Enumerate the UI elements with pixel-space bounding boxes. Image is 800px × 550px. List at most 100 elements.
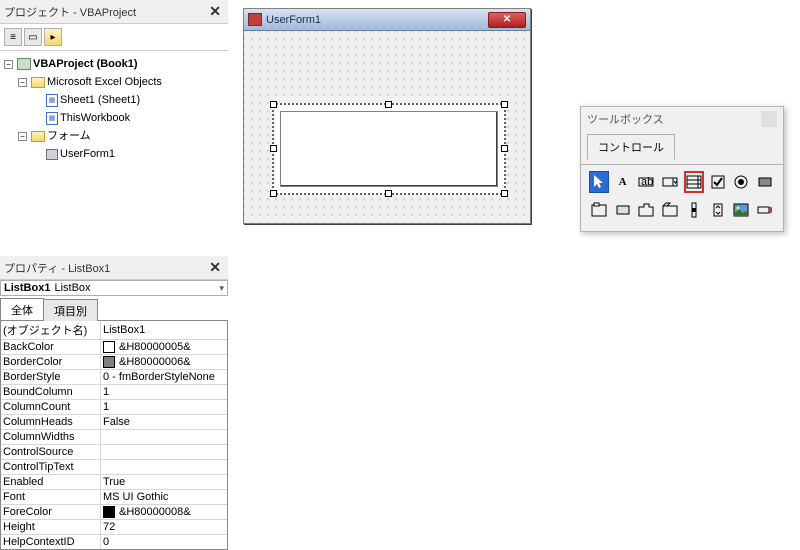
property-name: ColumnWidths: [1, 430, 101, 444]
project-pane-title: プロジェクト - VBAProject: [4, 4, 136, 20]
property-name: Font: [1, 490, 101, 504]
property-row[interactable]: ControlTipText: [1, 460, 227, 475]
object-selector[interactable]: ListBox1 ListBox ▾: [0, 280, 228, 296]
tree-forms-folder[interactable]: − フォーム: [4, 127, 228, 145]
property-row[interactable]: BorderColor&H80000006&: [1, 355, 227, 370]
resize-handle[interactable]: [270, 145, 277, 152]
listbox-control[interactable]: [272, 103, 506, 195]
toolbox-titlebar[interactable]: ツールボックス: [581, 107, 783, 131]
property-row[interactable]: ControlSource: [1, 445, 227, 460]
color-swatch: [103, 341, 115, 353]
toolbox-window: ツールボックス コントロール Aab: [580, 106, 784, 232]
chevron-down-icon: ▾: [219, 283, 224, 294]
property-value[interactable]: False: [101, 415, 227, 429]
collapse-icon[interactable]: −: [4, 60, 13, 69]
resize-handle[interactable]: [385, 101, 392, 108]
property-value[interactable]: 72: [101, 520, 227, 534]
toolbox-optionbutton-icon[interactable]: [732, 171, 752, 193]
color-swatch: [103, 356, 115, 368]
toolbox-spinbutton-icon[interactable]: [708, 199, 728, 221]
toolbox-pointer-icon[interactable]: [589, 171, 609, 193]
property-name: ControlSource: [1, 445, 101, 459]
property-row[interactable]: ColumnHeadsFalse: [1, 415, 227, 430]
property-row[interactable]: EnabledTrue: [1, 475, 227, 490]
toolbox-label-icon[interactable]: A: [613, 171, 633, 193]
tree-excel-objects[interactable]: − Microsoft Excel Objects: [4, 73, 228, 91]
toolbox-listbox-icon[interactable]: [684, 171, 704, 193]
resize-handle[interactable]: [270, 101, 277, 108]
property-name: BoundColumn: [1, 385, 101, 399]
property-value[interactable]: &H80000005&: [101, 340, 227, 354]
resize-handle[interactable]: [270, 190, 277, 197]
property-value[interactable]: 0: [101, 535, 227, 549]
toolbox-tabstrip-icon[interactable]: [637, 199, 657, 221]
toolbox-frame-icon[interactable]: [589, 199, 609, 221]
userform-body[interactable]: [244, 31, 530, 223]
property-row[interactable]: (オブジェクト名)ListBox1: [1, 321, 227, 340]
resize-handle[interactable]: [501, 145, 508, 152]
property-value[interactable]: 1: [101, 385, 227, 399]
property-value[interactable]: [101, 460, 227, 474]
sheet-icon: ▦: [46, 94, 58, 107]
project-toolbar: ≡ ▭ ▸: [0, 24, 228, 51]
close-icon[interactable]: [761, 111, 777, 127]
tab-categorized[interactable]: 項目別: [43, 299, 98, 321]
resize-handle[interactable]: [385, 190, 392, 197]
toolbox-multipage-icon[interactable]: [660, 199, 680, 221]
userform-close-button[interactable]: ✕: [488, 12, 526, 28]
property-row[interactable]: FontMS UI Gothic: [1, 490, 227, 505]
property-row[interactable]: ForeColor&H80000008&: [1, 505, 227, 520]
toolbox-title: ツールボックス: [587, 111, 664, 127]
property-name: Enabled: [1, 475, 101, 489]
resize-handle[interactable]: [501, 101, 508, 108]
toolbox-togglebutton-icon[interactable]: [755, 171, 775, 193]
property-name: ColumnCount: [1, 400, 101, 414]
property-value[interactable]: 1: [101, 400, 227, 414]
property-value[interactable]: MS UI Gothic: [101, 490, 227, 504]
view-code-button[interactable]: ≡: [4, 28, 22, 46]
close-icon[interactable]: ✕: [206, 3, 224, 20]
toolbox-refedit-icon[interactable]: [755, 199, 775, 221]
tree-project-root[interactable]: − VBAProject (Book1): [4, 55, 228, 73]
tab-alphabetic[interactable]: 全体: [0, 298, 44, 320]
property-row[interactable]: BackColor&H80000005&: [1, 340, 227, 355]
view-object-button[interactable]: ▭: [24, 28, 42, 46]
properties-pane-titlebar[interactable]: プロパティ - ListBox1 ✕: [0, 256, 228, 280]
property-row[interactable]: Height72: [1, 520, 227, 535]
project-tree: − VBAProject (Book1) − Microsoft Excel O…: [0, 51, 228, 167]
tree-userform1[interactable]: UserForm1: [4, 145, 228, 163]
property-name: BorderColor: [1, 355, 101, 369]
toolbox-tab-controls[interactable]: コントロール: [587, 134, 675, 160]
userform-titlebar[interactable]: UserForm1 ✕: [244, 9, 530, 31]
property-value[interactable]: 0 - fmBorderStyleNone: [101, 370, 227, 384]
property-value[interactable]: &H80000006&: [101, 355, 227, 369]
property-value[interactable]: True: [101, 475, 227, 489]
toolbox-commandbutton-icon[interactable]: [613, 199, 633, 221]
toolbox-textbox-icon[interactable]: ab: [636, 171, 656, 193]
toggle-folders-button[interactable]: ▸: [44, 28, 62, 46]
tree-thisworkbook[interactable]: ▦ ThisWorkbook: [4, 109, 228, 127]
svg-text:ab: ab: [641, 176, 653, 188]
toolbox-image-icon[interactable]: [732, 199, 752, 221]
toolbox-checkbox-icon[interactable]: [708, 171, 728, 193]
property-value[interactable]: [101, 430, 227, 444]
tree-sheet1[interactable]: ▦ Sheet1 (Sheet1): [4, 91, 228, 109]
property-value[interactable]: [101, 445, 227, 459]
close-icon[interactable]: ✕: [206, 259, 224, 276]
project-pane-titlebar[interactable]: プロジェクト - VBAProject ✕: [0, 0, 228, 24]
property-row[interactable]: BoundColumn1: [1, 385, 227, 400]
property-name: BackColor: [1, 340, 101, 354]
property-row[interactable]: ColumnCount1: [1, 400, 227, 415]
resize-handle[interactable]: [501, 190, 508, 197]
property-row[interactable]: ColumnWidths: [1, 430, 227, 445]
property-row[interactable]: BorderStyle0 - fmBorderStyleNone: [1, 370, 227, 385]
toolbox-scrollbar-icon[interactable]: [684, 199, 704, 221]
property-value[interactable]: ListBox1: [101, 321, 227, 339]
collapse-icon[interactable]: −: [18, 132, 27, 141]
property-name: BorderStyle: [1, 370, 101, 384]
object-type: ListBox: [54, 282, 90, 294]
collapse-icon[interactable]: −: [18, 78, 27, 87]
property-row[interactable]: HelpContextID0: [1, 535, 227, 549]
toolbox-combobox-icon[interactable]: [660, 171, 680, 193]
userform-window[interactable]: UserForm1 ✕: [243, 8, 531, 224]
